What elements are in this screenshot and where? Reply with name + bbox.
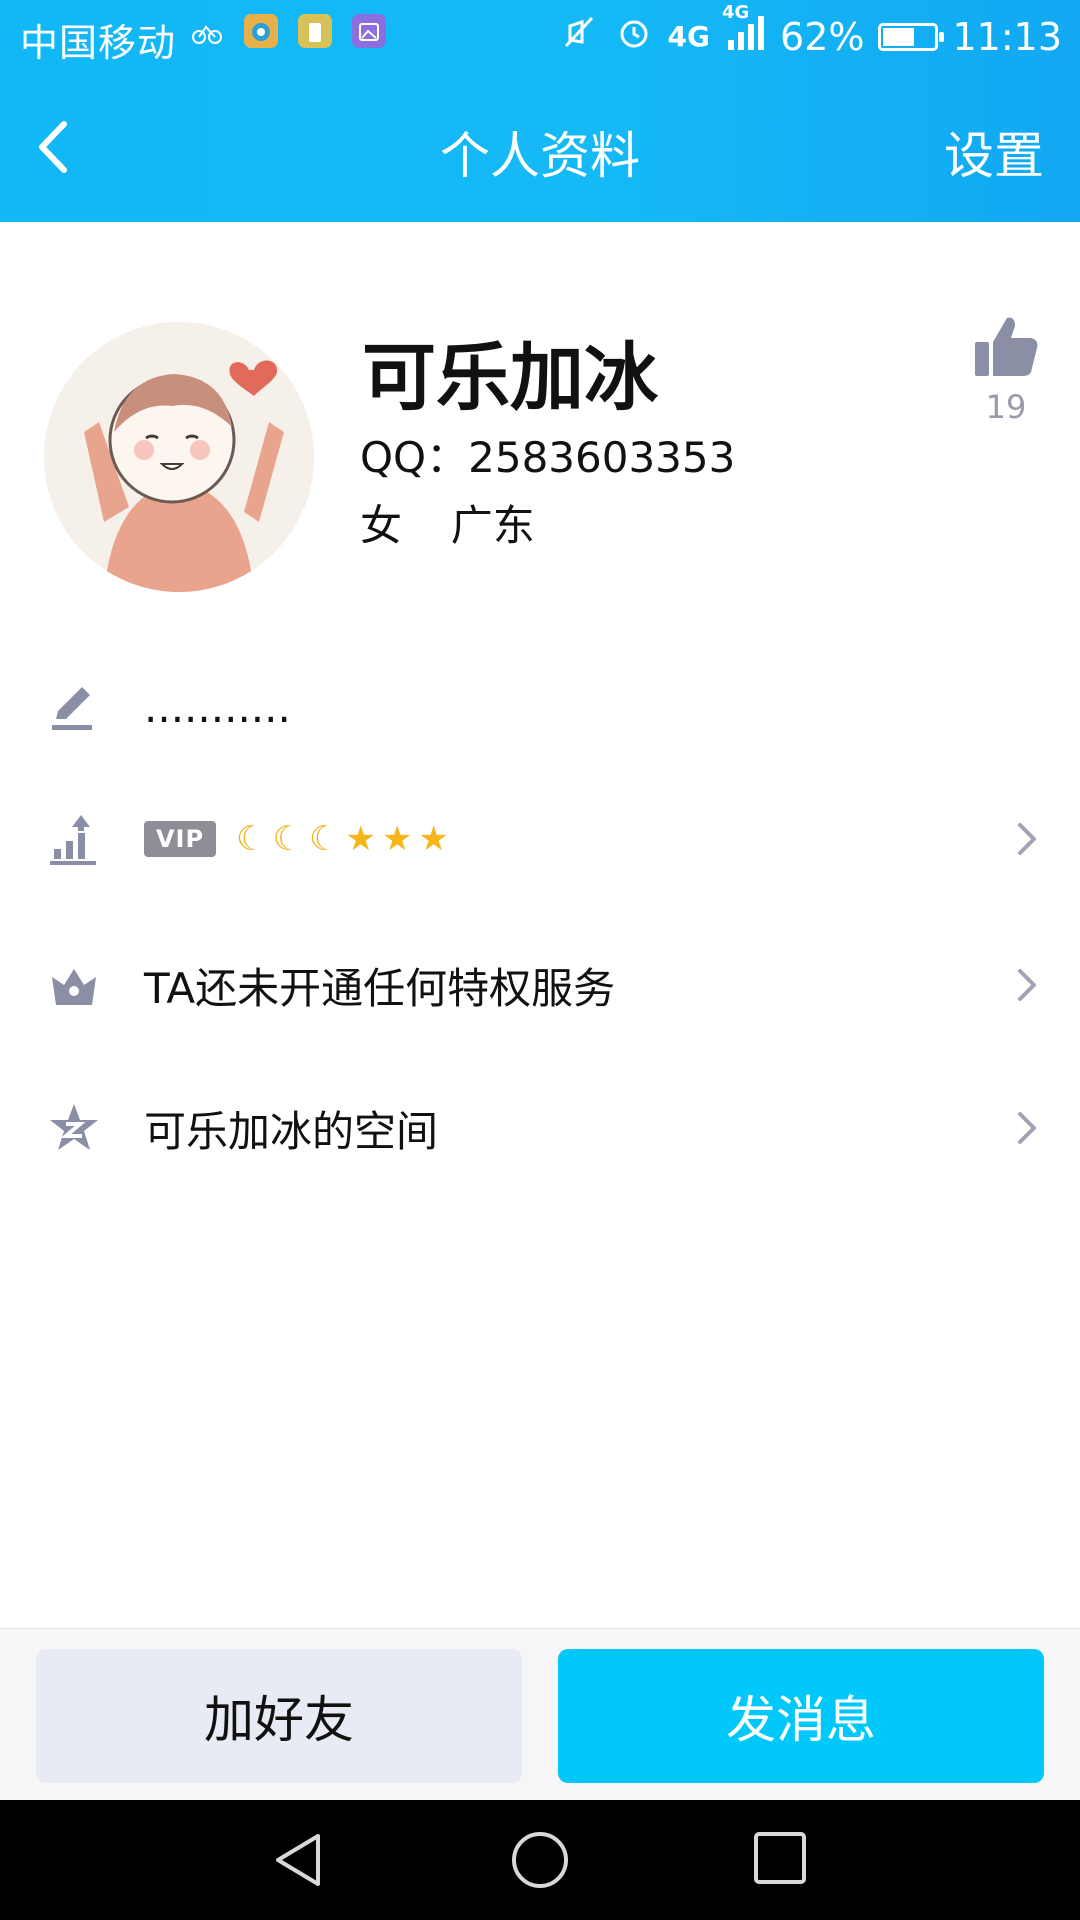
settings-button[interactable]: 设置 (944, 116, 1044, 188)
navigation-bar: 个人资料 设置 (0, 80, 1080, 222)
qq-level-icons: ☾ ☾ ☾ ★ ★ ★ (236, 819, 449, 859)
signal-icon: 4G (722, 2, 766, 61)
bike-app-icon (190, 14, 224, 48)
privilege-text: TA还未开通任何特权服务 (144, 963, 616, 1013)
header-bar: 中国移动 4G 4G 62% 11:13 个人资料 设置 (0, 0, 1080, 222)
mute-icon (560, 12, 600, 61)
status-bar: 中国移动 4G 4G 62% 11:13 (0, 0, 1080, 72)
moon-icon: ☾ (308, 819, 340, 859)
qq-number: 2583603353 (468, 433, 736, 482)
chevron-right-icon (1018, 969, 1036, 1001)
qq-label: QQ： (360, 433, 469, 482)
chevron-right-icon (1018, 823, 1036, 855)
pencil-icon (52, 687, 92, 730)
like-count: 19 (985, 388, 1027, 426)
like-button[interactable]: 19 (966, 312, 1046, 426)
moon-icon: ☾ (236, 819, 267, 859)
signature-row: ........... (0, 652, 1080, 762)
battery-icon (878, 22, 945, 51)
crown-icon (52, 969, 96, 1005)
system-navigation-bar (0, 1800, 1080, 1920)
qzone-star-icon (50, 1104, 98, 1150)
network-type-label: 4G (667, 20, 711, 53)
level-chart-icon (50, 815, 96, 865)
gender-location: 女 广东 (360, 492, 535, 553)
qzone-text: 可乐加冰的空间 (144, 1106, 439, 1156)
star-icon: ★ (381, 819, 413, 859)
signature-text: ........... (144, 682, 291, 732)
moon-icon: ☾ (272, 819, 303, 859)
location: 广东 (450, 501, 535, 550)
privilege-row[interactable]: TA还未开通任何特权服务 (0, 930, 1080, 1040)
nickname: 可乐加冰 (362, 335, 658, 421)
star-icon: ★ (345, 819, 376, 859)
avatar[interactable] (44, 322, 314, 592)
carrier-label: 中国移动 (20, 21, 177, 65)
alarm-icon (614, 12, 654, 61)
network-type-label-2: 4G (722, 2, 750, 23)
chevron-right-icon (1018, 1112, 1036, 1144)
battery-percent: 62% (780, 14, 865, 59)
qq-number-line: QQ：2583603353 (360, 424, 735, 485)
clock: 11:13 (952, 14, 1062, 59)
nav-recents-icon[interactable] (752, 1830, 808, 1886)
bottom-action-bar: 加好友 发消息 (0, 1628, 1080, 1801)
gallery-app-icon (352, 14, 386, 48)
nav-home-icon[interactable] (508, 1830, 572, 1894)
gender: 女 (360, 501, 403, 550)
send-message-button[interactable]: 发消息 (558, 1649, 1044, 1783)
camera-app-icon (244, 14, 278, 48)
status-indicators: 4G 4G 62% 11:13 (560, 2, 1062, 61)
thumbs-up-icon (975, 317, 1038, 376)
page-title: 个人资料 (440, 127, 640, 185)
level-row[interactable]: VIP ☾ ☾ ☾ ★ ★ ★ (0, 784, 1080, 894)
qzone-row[interactable]: 可乐加冰的空间 (0, 1073, 1080, 1183)
add-friend-button[interactable]: 加好友 (36, 1649, 522, 1783)
battery-manager-app-icon (298, 14, 332, 48)
vip-badge: VIP (144, 821, 216, 857)
nav-back-icon[interactable] (268, 1830, 328, 1890)
star-icon: ★ (418, 819, 449, 859)
avatar-illustration (44, 322, 314, 592)
